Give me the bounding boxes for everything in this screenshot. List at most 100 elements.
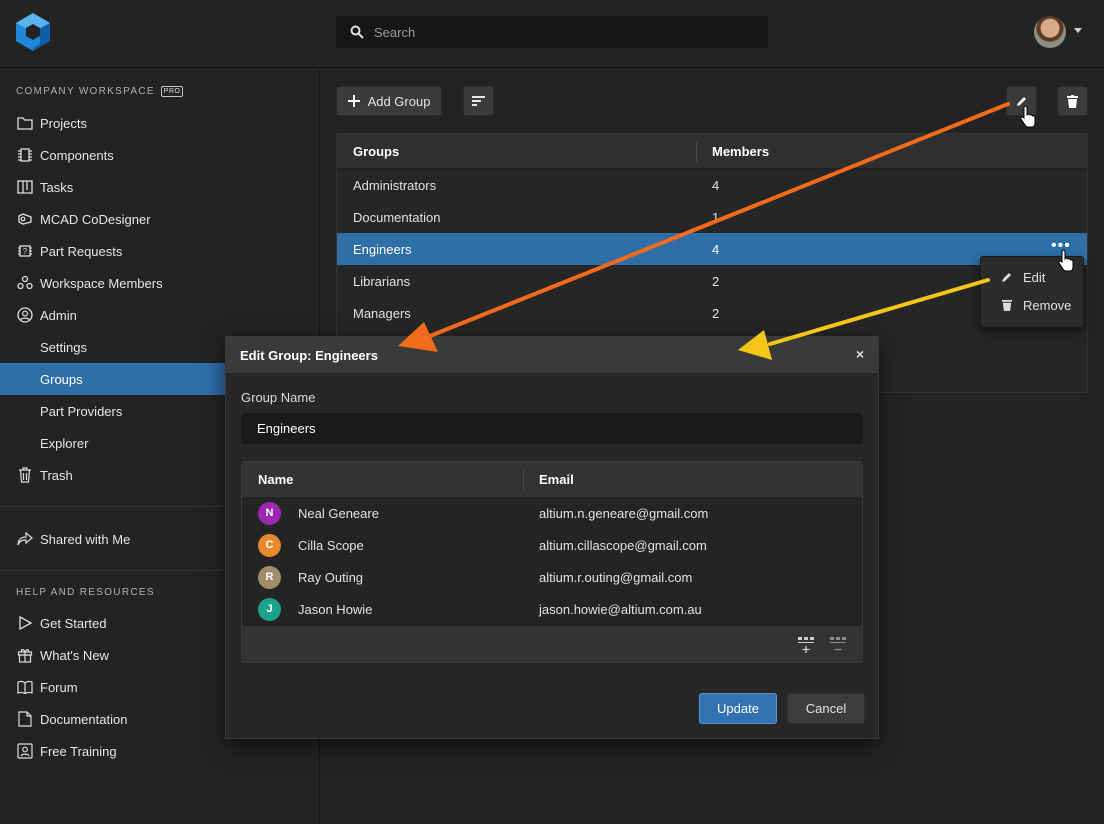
sidebar-item-label: Documentation — [40, 711, 128, 727]
plus-icon — [347, 95, 360, 107]
column-header-email[interactable]: Email — [539, 472, 574, 487]
cancel-label: Cancel — [805, 701, 847, 716]
update-label: Update — [717, 701, 759, 716]
table-row-selected[interactable]: Engineers 4 ••• — [337, 233, 1087, 265]
sidebar-item-label: Part Requests — [40, 243, 123, 259]
sidebar-item-label: Get Started — [40, 615, 107, 631]
sidebar-item-label: Workspace Members — [40, 275, 163, 291]
folder-icon — [16, 114, 34, 132]
sidebar-item-label: Projects — [40, 115, 87, 131]
column-header-name[interactable]: Name — [258, 472, 293, 487]
edit-group-button[interactable] — [1006, 86, 1037, 116]
chevron-down-icon[interactable] — [1074, 28, 1082, 33]
column-divider[interactable] — [696, 142, 697, 162]
member-email: altium.r.outing@gmail.com — [539, 569, 693, 585]
admin-icon — [16, 306, 34, 324]
help-section-title: HELP AND RESOURCES — [16, 587, 155, 598]
sort-icon — [472, 96, 485, 106]
more-options-icon[interactable]: ••• — [1051, 238, 1071, 254]
sidebar-item-label: Forum — [40, 679, 78, 695]
avatar: C — [258, 533, 281, 557]
gift-icon — [16, 646, 34, 664]
sidebar-item-label: Admin — [40, 307, 77, 323]
remove-member-icon[interactable] — [829, 636, 847, 657]
group-name: Administrators — [353, 177, 437, 193]
sidebar-item-mcad-codesigner[interactable]: MCAD CoDesigner — [0, 203, 320, 235]
app-logo-icon[interactable] — [14, 12, 52, 52]
delete-group-button[interactable] — [1057, 86, 1088, 116]
sidebar-item-label: Groups — [40, 371, 83, 387]
group-name-label: Group Name — [241, 390, 316, 405]
column-divider[interactable] — [523, 470, 524, 490]
table-row[interactable]: Librarians 2 — [337, 265, 1087, 297]
row-context-menu: Edit Remove — [980, 256, 1084, 328]
table-row[interactable]: R Ray Outing altium.r.outing@gmail.com — [242, 561, 862, 593]
table-row[interactable]: C Cilla Scope altium.cillascope@gmail.co… — [242, 529, 862, 561]
menu-item-label: Edit — [1023, 269, 1046, 285]
book-icon — [16, 678, 34, 696]
cancel-button[interactable]: Cancel — [787, 693, 865, 724]
members-table: Name Email N Neal Geneare altium.n.genea… — [241, 461, 863, 663]
column-header-members[interactable]: Members — [712, 144, 769, 159]
menu-item-remove[interactable]: Remove — [981, 291, 1083, 319]
sidebar-item-free-training[interactable]: Free Training — [0, 735, 320, 767]
dialog-header: Edit Group: Engineers × — [226, 337, 878, 373]
member-email: altium.n.geneare@gmail.com — [539, 505, 709, 521]
search-input[interactable] — [374, 24, 734, 40]
member-count: 4 — [712, 241, 720, 257]
sidebar-item-label: Explorer — [40, 435, 89, 451]
table-row[interactable]: Documentation 1 — [337, 201, 1087, 233]
sidebar-item-workspace-members[interactable]: Workspace Members — [0, 267, 320, 299]
member-email: altium.cillascope@gmail.com — [539, 537, 707, 553]
members-table-header: Name Email — [242, 462, 862, 497]
svg-text:?: ? — [23, 247, 28, 256]
menu-item-label: Remove — [1023, 297, 1072, 313]
member-count: 4 — [712, 177, 720, 193]
table-row[interactable]: N Neal Geneare altium.n.geneare@gmail.co… — [242, 497, 862, 529]
sidebar-item-components[interactable]: Components — [0, 139, 320, 171]
sidebar-item-part-requests[interactable]: ? Part Requests — [0, 235, 320, 267]
sidebar-item-projects[interactable]: Projects — [0, 107, 320, 139]
table-row[interactable]: J Jason Howie jason.howie@altium.com.au — [242, 593, 862, 625]
update-button[interactable]: Update — [699, 693, 777, 724]
sort-button[interactable] — [463, 86, 494, 116]
group-name: Engineers — [353, 241, 412, 257]
chip-icon — [16, 146, 34, 164]
sidebar-item-tasks[interactable]: Tasks — [0, 171, 320, 203]
sidebar-item-label: Part Providers — [40, 403, 123, 419]
add-group-button[interactable]: Add Group — [336, 86, 442, 116]
trash-icon — [1067, 94, 1078, 108]
sidebar-item-label: Shared with Me — [40, 531, 131, 547]
member-count: 1 — [712, 209, 720, 225]
sidebar-item-label: Settings — [40, 339, 87, 355]
sidebar-item-label: Components — [40, 147, 114, 163]
group-name: Documentation — [353, 209, 441, 225]
table-row[interactable]: Managers 2 — [337, 297, 1087, 329]
table-row[interactable]: Administrators 4 — [337, 169, 1087, 201]
member-name: Jason Howie — [298, 601, 373, 617]
sidebar-item-label: Trash — [40, 467, 73, 483]
workspace-section-title: COMPANY WORKSPACE PRO — [16, 86, 184, 97]
add-group-label: Add Group — [367, 93, 431, 109]
close-icon[interactable]: × — [856, 346, 864, 362]
training-icon — [16, 742, 34, 760]
search-bar[interactable] — [336, 16, 768, 48]
search-icon — [350, 25, 364, 39]
column-header-groups[interactable]: Groups — [353, 144, 399, 159]
group-name-field[interactable] — [241, 413, 863, 444]
sidebar-item-admin[interactable]: Admin — [0, 299, 320, 331]
member-count: 2 — [712, 273, 720, 289]
user-avatar[interactable] — [1034, 16, 1066, 48]
add-member-icon[interactable] — [797, 636, 815, 657]
dialog-title: Edit Group: Engineers — [240, 347, 378, 363]
members-table-footer — [242, 626, 862, 662]
sidebar-item-label: Free Training — [40, 743, 117, 759]
trash-icon — [16, 466, 34, 484]
pro-badge: PRO — [160, 86, 184, 97]
share-icon — [16, 530, 34, 548]
member-name: Neal Geneare — [298, 505, 379, 521]
avatar: N — [258, 501, 281, 525]
member-count: 2 — [712, 305, 720, 321]
help-title: HELP AND RESOURCES — [16, 587, 155, 598]
menu-item-edit[interactable]: Edit — [981, 263, 1083, 291]
